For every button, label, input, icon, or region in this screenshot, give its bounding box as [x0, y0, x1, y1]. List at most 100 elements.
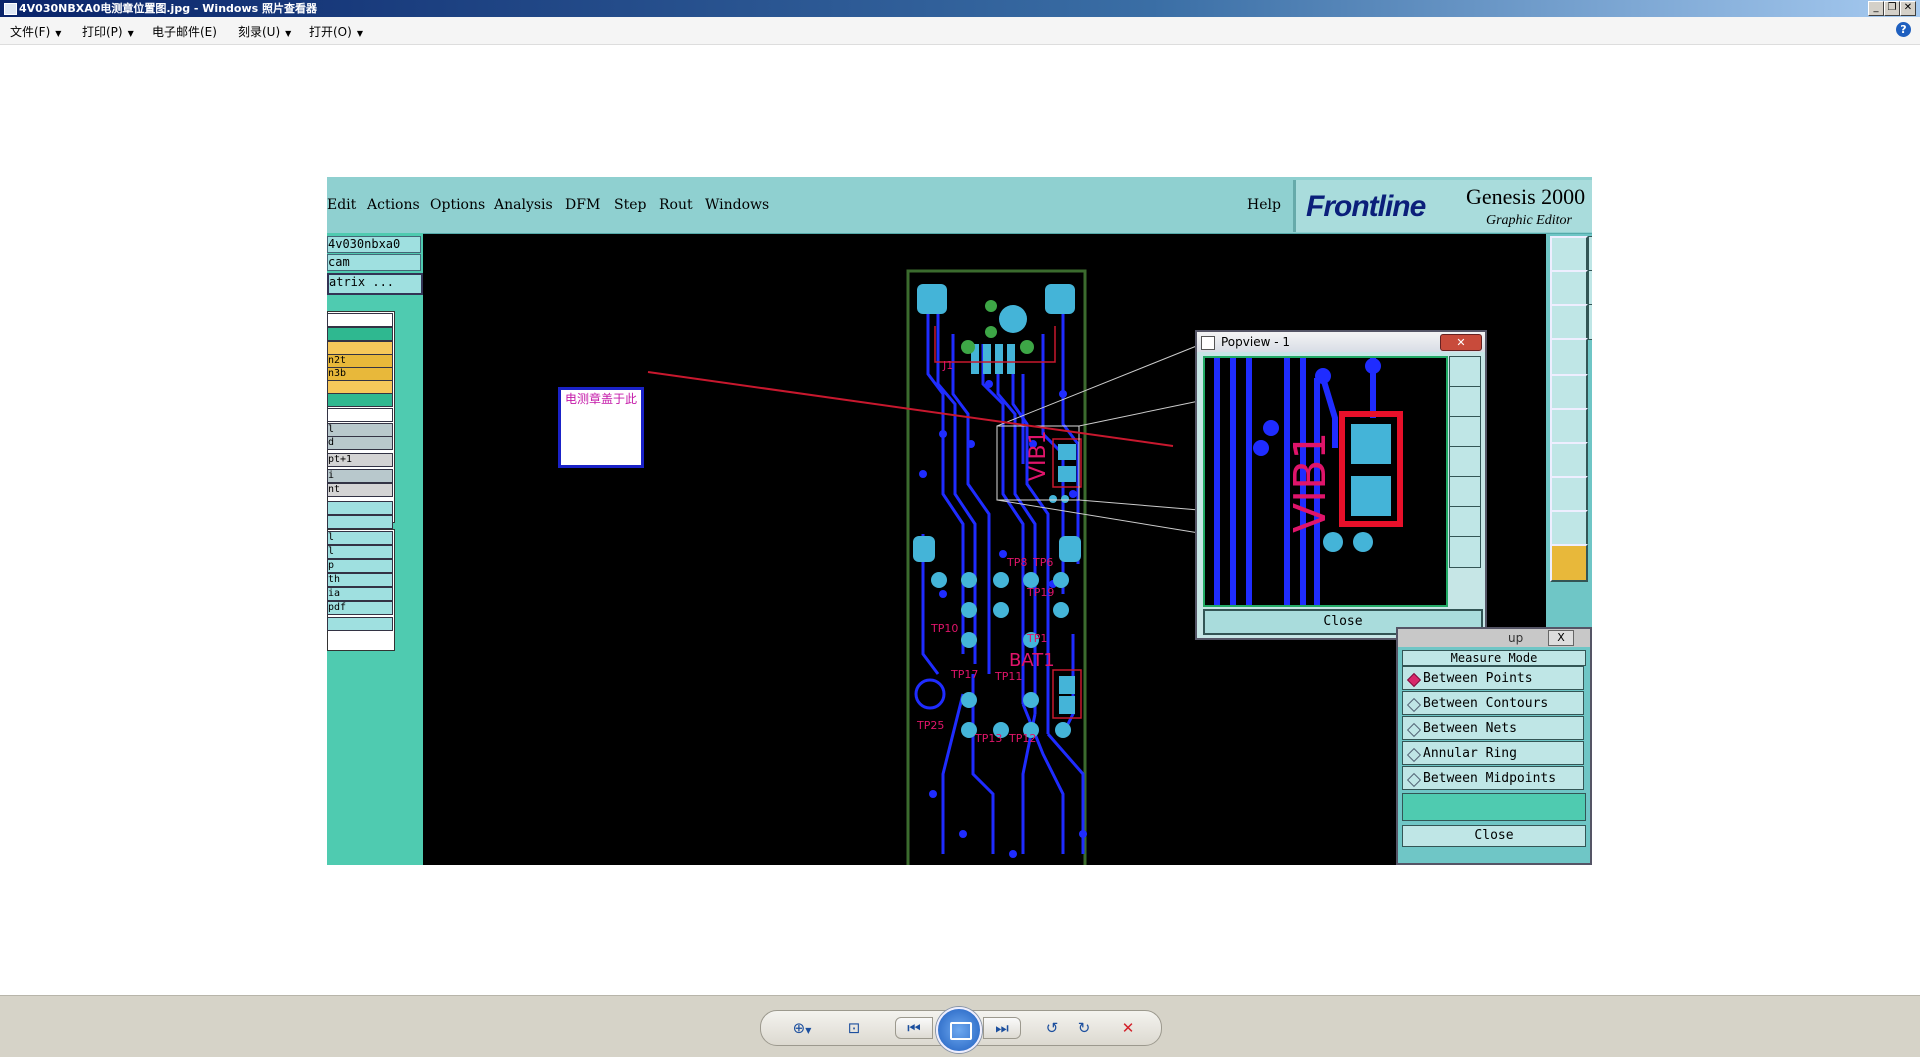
menu-burn[interactable]: 刻录(U) ▼ [238, 23, 291, 40]
tool-button-edge [1588, 304, 1592, 340]
layer-row [327, 380, 393, 394]
measure-title: up [1508, 631, 1524, 645]
rotate-ccw-icon[interactable]: ↺ [1041, 1018, 1063, 1038]
pcb-silk-lines [934, 326, 1082, 719]
layer-row [327, 393, 393, 407]
layer-row: l [327, 423, 393, 437]
popview-toolbar [1449, 356, 1483, 603]
magnifier-icon[interactable]: ⊕▼ [785, 1018, 819, 1038]
layer-row: th [327, 573, 393, 587]
layer-row: l [327, 545, 393, 559]
menu-open[interactable]: 打开(O) ▼ [309, 23, 363, 40]
popview-tool [1449, 536, 1481, 568]
tool-button-edge [1588, 236, 1592, 272]
stamp-annotation-box: 电测章盖于此 [558, 387, 644, 468]
tool-button [1550, 270, 1588, 308]
product-subtitle: Graphic Editor [1486, 213, 1572, 228]
genesis-menu-rout: Rout [659, 197, 693, 213]
radio-icon [1406, 772, 1422, 788]
pointer-tool-button [1550, 544, 1588, 582]
svg-text:TP11: TP11 [994, 670, 1022, 683]
chevron-down-icon: ▼ [127, 29, 134, 38]
tool-button [1550, 408, 1588, 446]
genesis-menubar: Edit Actions Options Analysis DFM Step R… [327, 177, 1592, 235]
svg-text:TP10: TP10 [930, 622, 958, 635]
chevron-down-icon: ▼ [285, 29, 292, 38]
viewer-toolbar: ⊕▼ ⊡ ⏮ ⏭ ↺ ↻ ✕ [0, 995, 1920, 1057]
app-icon [4, 3, 17, 15]
popview-tool [1449, 386, 1481, 418]
popview-app-icon [1201, 336, 1215, 350]
measure-option-between-points: Between Points [1402, 666, 1584, 690]
layer-row [327, 501, 393, 515]
genesis-menu-actions: Actions [367, 197, 420, 213]
svg-text:TP19: TP19 [1026, 586, 1054, 599]
layer-row: i [327, 469, 393, 483]
menu-email[interactable]: 电子邮件(E) [152, 23, 217, 40]
help-icon[interactable]: ? [1896, 22, 1911, 37]
tool-button [1550, 476, 1588, 514]
maximize-button[interactable]: ❐ [1884, 1, 1900, 16]
job-name: 4v030nbxa0 [327, 236, 421, 253]
tool-button-edge [1588, 270, 1592, 306]
slideshow-icon[interactable] [936, 1007, 982, 1053]
radio-selected-icon [1406, 672, 1422, 688]
step-name: cam [327, 254, 421, 271]
layer-row: n2t [327, 354, 393, 368]
svg-text:TP17: TP17 [950, 668, 978, 681]
previous-icon[interactable]: ⏮ [895, 1017, 933, 1039]
layer-row [327, 515, 393, 529]
measure-result-area [1402, 793, 1586, 821]
layer-row [327, 408, 393, 422]
svg-text:TP1: TP1 [1026, 632, 1047, 645]
layer-row: nt [327, 483, 393, 497]
layer-row [327, 313, 393, 327]
layer-row: n3b [327, 367, 393, 381]
rotate-cw-icon[interactable]: ↻ [1073, 1018, 1095, 1038]
popview-zoom-image: VIB1 [1203, 356, 1448, 607]
svg-text:J1: J1 [942, 359, 953, 372]
tool-button [1550, 304, 1588, 342]
layer-row: pdf [327, 601, 393, 615]
menu-file[interactable]: 文件(F) ▼ [10, 23, 61, 40]
measure-close-icon: X [1548, 630, 1574, 646]
popview-close-icon: ✕ [1440, 334, 1482, 351]
measure-close-button: Close [1402, 825, 1586, 847]
minimize-button[interactable]: _ [1868, 1, 1884, 16]
next-icon[interactable]: ⏭ [983, 1017, 1021, 1039]
close-button[interactable]: ✕ [1900, 1, 1916, 16]
chevron-down-icon: ▼ [55, 29, 62, 38]
genesis-menu-edit: Edit [327, 197, 357, 213]
measure-titlebar: up X [1398, 629, 1590, 647]
layer-row [327, 617, 393, 631]
fiducial [914, 678, 946, 710]
svg-text:TP25: TP25 [916, 719, 944, 732]
svg-text:TP13: TP13 [974, 732, 1002, 745]
product-name: Genesis 2000 [1466, 184, 1586, 209]
menu-print[interactable]: 打印(P) ▼ [82, 23, 134, 40]
delete-icon[interactable]: ✕ [1117, 1018, 1139, 1038]
popview-title: Popview - 1 [1221, 335, 1290, 349]
layer-row [327, 327, 393, 341]
measure-mode-popup: up X Measure Mode Between Points Between… [1396, 627, 1592, 865]
viewer-menubar: 文件(F) ▼ 打印(P) ▼ 电子邮件(E) 刻录(U) ▼ 打开(O) ▼ ? [0, 17, 1920, 45]
fit-window-icon[interactable]: ⊡ [843, 1018, 865, 1038]
svg-text:TP12: TP12 [1008, 732, 1036, 745]
window-title: 4V030NBXA0电测章位置图.jpg - Windows 照片查看器 [19, 2, 317, 15]
tool-button [1550, 442, 1588, 480]
svg-text:TP8: TP8 [1006, 556, 1027, 569]
genesis-left-panel: 4v030nbxa0 cam atrix ... n2t n3b l d pt+… [327, 233, 423, 865]
radio-icon [1406, 722, 1422, 738]
genesis-menu-windows: Windows [705, 197, 770, 213]
tool-button [1550, 510, 1588, 548]
frontline-logo: Frontline [1306, 190, 1426, 223]
layer-row: l [327, 531, 393, 545]
popview-tool [1449, 476, 1481, 508]
matrix-button: atrix ... [327, 273, 423, 295]
measure-option-annular-ring: Annular Ring [1402, 741, 1584, 765]
popview-window: Popview - 1 ✕ VIB1 Close [1195, 330, 1487, 640]
popview-label: VIB1 [1285, 432, 1336, 533]
genesis-menu-help: Help [1247, 197, 1281, 213]
popview-tool [1449, 506, 1481, 538]
svg-text:BAT1: BAT1 [1009, 650, 1055, 671]
